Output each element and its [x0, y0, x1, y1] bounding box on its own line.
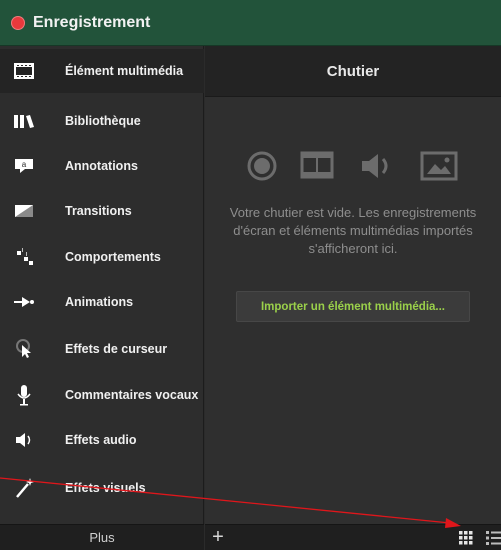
sidebar-item-cursor-effects[interactable]: Effets de curseur	[0, 327, 204, 371]
library-icon	[12, 109, 36, 133]
speaker-icon	[12, 428, 36, 452]
sidebar-item-label: Commentaires vocaux	[65, 388, 199, 402]
empty-bin-icons	[247, 151, 467, 191]
magic-wand-icon	[12, 476, 36, 500]
microphone-icon	[12, 383, 36, 407]
more-button[interactable]: Plus	[0, 524, 204, 550]
svg-text:a: a	[22, 160, 27, 169]
sidebar-item-label: Bibliothèque	[65, 114, 141, 128]
sidebar: Élément multimédia Bibliothèque a Annota…	[0, 46, 204, 550]
filmstrip-icon	[300, 151, 334, 184]
sidebar-item-label: Effets de curseur	[65, 342, 168, 356]
sidebar-item-annotations[interactable]: a Annotations	[0, 144, 204, 188]
record-circle-icon	[247, 151, 277, 186]
empty-bin-message: Votre chutier est vide. Les enregistreme…	[229, 205, 477, 256]
sidebar-item-label: Animations	[65, 295, 134, 309]
sidebar-item-animations[interactable]: Animations	[0, 280, 204, 324]
sidebar-item-label: Transitions	[65, 204, 132, 218]
list-view-icon[interactable]	[486, 531, 501, 545]
sidebar-item-label: Annotations	[65, 159, 138, 173]
record-icon	[11, 15, 25, 30]
title-bar: Enregistrement	[0, 0, 501, 46]
sidebar-item-media[interactable]: Élément multimédia	[0, 49, 204, 93]
window-title: Enregistrement	[33, 13, 151, 31]
behaviors-icon	[12, 245, 36, 269]
sidebar-item-library[interactable]: Bibliothèque	[0, 99, 204, 143]
bin-panel: Chutier Votre chutier est vide. Les enre…	[205, 46, 501, 550]
annotation-bubble-icon: a	[12, 154, 36, 178]
grid-view-icon[interactable]	[459, 531, 473, 545]
bin-toolbar: +	[205, 524, 501, 550]
panel-title: Chutier	[205, 46, 501, 97]
sidebar-item-audio-effects[interactable]: Effets audio	[0, 418, 204, 462]
sidebar-item-label: Effets visuels	[65, 481, 146, 495]
cursor-effects-icon	[12, 337, 36, 361]
add-button[interactable]: +	[208, 525, 228, 550]
sidebar-item-label: Effets audio	[65, 433, 137, 447]
sidebar-item-label: Élément multimédia	[65, 64, 184, 78]
animation-arrow-icon	[12, 290, 36, 314]
speaker-icon	[360, 151, 396, 186]
filmstrip-icon	[12, 59, 36, 83]
transition-icon	[12, 199, 36, 223]
sidebar-item-transitions[interactable]: Transitions	[0, 189, 204, 233]
sidebar-item-label: Comportements	[65, 250, 161, 264]
sidebar-item-visual-effects[interactable]: Effets visuels	[0, 466, 204, 510]
sidebar-item-behaviors[interactable]: Comportements	[0, 235, 204, 279]
sidebar-item-voice-narration[interactable]: Commentaires vocaux	[0, 373, 204, 417]
image-icon	[420, 151, 458, 186]
import-media-button[interactable]: Importer un élément multimédia...	[236, 291, 470, 322]
